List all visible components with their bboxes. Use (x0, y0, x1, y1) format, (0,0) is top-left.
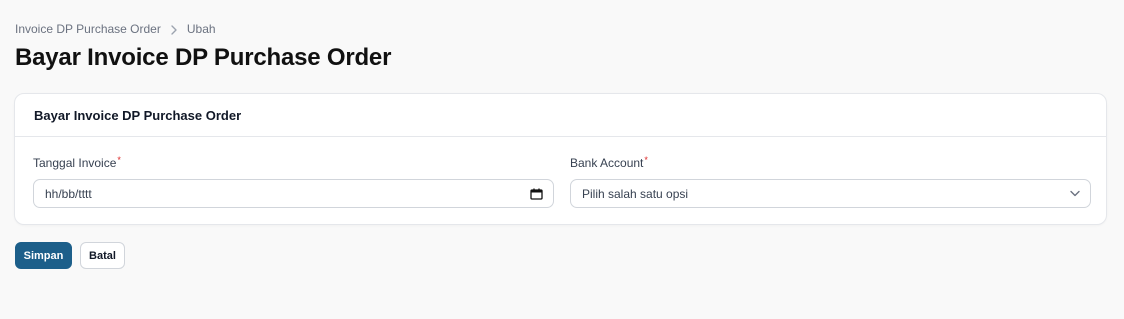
chevron-down-icon (1070, 190, 1080, 197)
tanggal-invoice-field: Tanggal Invoice * hh/bb/tttt (33, 156, 554, 208)
bank-account-field: Bank Account * Pilih salah satu opsi (570, 156, 1091, 208)
page-title: Bayar Invoice DP Purchase Order (15, 44, 392, 71)
page: Invoice DP Purchase Order Ubah Bayar Inv… (0, 0, 1124, 319)
card-title: Bayar Invoice DP Purchase Order (34, 107, 242, 123)
save-button[interactable]: Simpan (15, 242, 72, 269)
required-asterisk: * (117, 155, 121, 165)
payment-form-card: Bayar Invoice DP Purchase Order Tanggal … (14, 93, 1107, 225)
required-asterisk: * (644, 155, 648, 165)
tanggal-invoice-label: Tanggal Invoice * (33, 155, 554, 171)
bank-account-select[interactable]: Pilih salah satu opsi (570, 179, 1091, 208)
calendar-icon[interactable] (530, 188, 543, 200)
tanggal-invoice-label-text: Tanggal Invoice (33, 156, 117, 170)
tanggal-invoice-value: hh/bb/tttt (45, 186, 92, 201)
card-header: Bayar Invoice DP Purchase Order (15, 94, 1106, 137)
breadcrumb-item-invoice-dp-purchase-order[interactable]: Invoice DP Purchase Order (15, 22, 161, 36)
bank-account-selected-value: Pilih salah satu opsi (582, 186, 689, 201)
bank-account-label-text: Bank Account (570, 156, 644, 170)
chevron-right-icon (161, 22, 187, 36)
breadcrumb-item-ubah[interactable]: Ubah (187, 22, 216, 36)
breadcrumb: Invoice DP Purchase Order Ubah (15, 22, 216, 36)
tanggal-invoice-input[interactable]: hh/bb/tttt (33, 179, 554, 208)
cancel-button[interactable]: Batal (80, 242, 125, 269)
bank-account-label: Bank Account * (570, 155, 1091, 171)
form-actions: Simpan Batal (15, 242, 125, 269)
